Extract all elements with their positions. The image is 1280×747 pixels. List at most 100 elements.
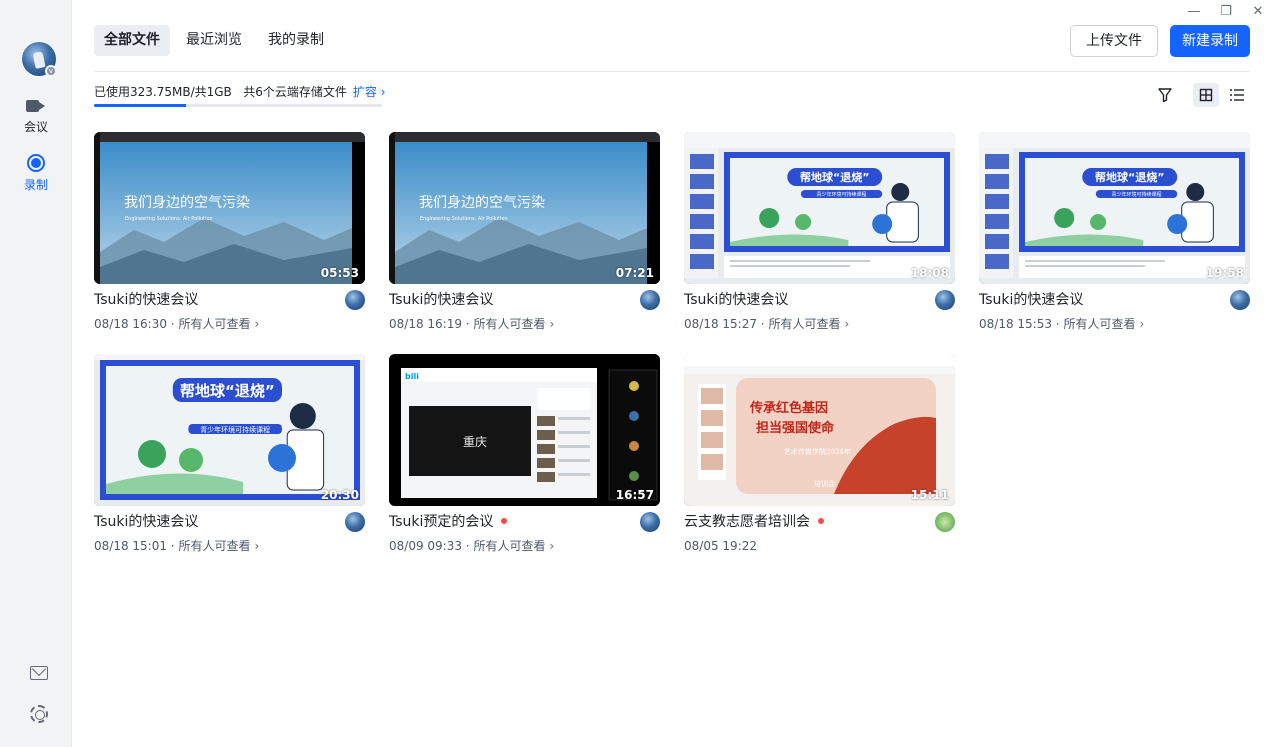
recording-date: 08/18 15:27 xyxy=(684,317,757,331)
owner-avatar[interactable] xyxy=(935,290,955,310)
mail-icon[interactable] xyxy=(30,666,48,680)
visibility-link[interactable]: 所有人可查看 xyxy=(178,317,250,331)
svg-text:bili: bili xyxy=(405,372,419,381)
recording-thumbnail[interactable]: 帮地球“退烧” 青少年环境可持续课程 18:08 xyxy=(684,132,955,284)
storage-progress-fill xyxy=(94,104,187,107)
recording-meta: 08/05 19:22 xyxy=(684,538,955,554)
recording-meta: 08/18 15:53 · 所有人可查看 › xyxy=(979,317,1145,331)
recording-thumbnail[interactable]: 传承红色基因 担当强国使命 艺术传媒学院2024年 培训会 15:11 xyxy=(684,354,955,506)
recording-card[interactable]: bili 重庆 16:57 Tsuki预定的会议 08/09 09:33 · 所… xyxy=(389,354,660,554)
sidebar-item-label: 会议 xyxy=(23,120,48,134)
tab-all-files[interactable]: 全部文件 xyxy=(94,25,170,56)
storage-info: 已使用323.75MB/共1GB 共6个云端存储文件 扩容 › xyxy=(94,84,386,100)
svg-text:Engineering Solutions: Air Pol: Engineering Solutions: Air Pollution xyxy=(420,216,508,222)
recording-thumbnail[interactable]: 帮地球“退烧” 青少年环境可持续课程 19:58 xyxy=(979,132,1250,284)
storage-usage-text: 已使用323.75MB/共1GB 共6个云端存储文件 xyxy=(94,85,347,99)
recording-title[interactable]: Tsuki的快速会议 xyxy=(979,292,1083,308)
svg-text:青少年环境可持续课程: 青少年环境可持续课程 xyxy=(200,425,270,434)
svg-text:帮地球“退烧”: 帮地球“退烧” xyxy=(800,170,869,184)
chevron-right-icon: › xyxy=(254,539,260,553)
recording-thumbnail[interactable]: 我们身边的空气污染 Engineering Solutions: Air Pol… xyxy=(94,132,365,284)
duration-label: 18:08 xyxy=(910,266,949,280)
svg-text:青少年环境可持续课程: 青少年环境可持续课程 xyxy=(817,191,867,198)
header-divider xyxy=(94,71,1250,72)
recording-meta: 08/18 15:27 · 所有人可查看 › xyxy=(684,317,850,331)
chevron-right-icon: › xyxy=(844,317,850,331)
owner-avatar[interactable] xyxy=(640,512,660,532)
sidebar-item-record[interactable]: 录制 xyxy=(0,154,72,193)
recording-thumbnail[interactable]: 帮地球“退烧” 青少年环境可持续课程 20:30 xyxy=(94,354,365,506)
owner-avatar[interactable] xyxy=(345,512,365,532)
recording-title[interactable]: 云支教志愿者培训会 xyxy=(684,514,810,530)
chevron-right-icon: › xyxy=(1139,317,1145,331)
recording-date: 08/18 15:01 xyxy=(94,539,167,553)
svg-text:艺术传媒学院2024年: 艺术传媒学院2024年 xyxy=(784,447,851,456)
expand-storage-link[interactable]: 扩容 › xyxy=(353,85,386,99)
close-button[interactable]: ✕ xyxy=(1250,4,1266,20)
sidebar: v 会议 录制 xyxy=(0,0,72,747)
svg-text:青少年环境可持续课程: 青少年环境可持续课程 xyxy=(1112,191,1162,198)
chevron-right-icon: › xyxy=(254,317,260,331)
recording-date: 08/05 19:22 xyxy=(684,539,757,553)
chevron-down-icon[interactable]: v xyxy=(45,65,57,77)
visibility-link[interactable]: 所有人可查看 xyxy=(473,317,545,331)
chevron-right-icon: › xyxy=(549,539,555,553)
duration-label: 05:53 xyxy=(320,266,359,280)
owner-avatar[interactable] xyxy=(640,290,660,310)
visibility-link[interactable]: 所有人可查看 xyxy=(178,539,250,553)
visibility-link[interactable]: 所有人可查看 xyxy=(1063,317,1135,331)
recording-date: 08/09 09:33 xyxy=(389,539,462,553)
chevron-right-icon: › xyxy=(549,317,555,331)
owner-avatar[interactable] xyxy=(345,290,365,310)
svg-text:Engineering Solutions: Air Pol: Engineering Solutions: Air Pollution xyxy=(125,216,213,222)
recording-card[interactable]: 帮地球“退烧” 青少年环境可持续课程 20:30 Tsuki的快速会议 08/1… xyxy=(94,354,365,554)
recording-meta: 08/18 15:01 · 所有人可查看 › xyxy=(94,539,260,553)
recording-date: 08/18 15:53 xyxy=(979,317,1052,331)
recording-title[interactable]: Tsuki的快速会议 xyxy=(94,514,198,530)
recording-title[interactable]: Tsuki的快速会议 xyxy=(94,292,198,308)
recording-date: 08/18 16:30 xyxy=(94,317,167,331)
duration-label: 15:11 xyxy=(910,488,949,502)
storage-progress-bar xyxy=(94,104,382,107)
sidebar-item-label: 录制 xyxy=(23,178,48,192)
restore-button[interactable]: ❐ xyxy=(1218,4,1234,20)
recording-title[interactable]: Tsuki的快速会议 xyxy=(684,292,788,308)
minimize-button[interactable]: — xyxy=(1186,4,1202,20)
duration-label: 16:57 xyxy=(615,488,654,502)
upload-file-button[interactable]: 上传文件 xyxy=(1070,25,1158,57)
visibility-link[interactable]: 所有人可查看 xyxy=(768,317,840,331)
recording-card[interactable]: 传承红色基因 担当强国使命 艺术传媒学院2024年 培训会 15:11 云支教志… xyxy=(684,354,955,554)
grid-view-button[interactable] xyxy=(1193,83,1219,107)
svg-text:培训会: 培训会 xyxy=(814,479,835,488)
recording-card[interactable]: 帮地球“退烧” 青少年环境可持续课程 19:58 Tsuki的快速会议 08/1… xyxy=(979,132,1250,332)
slide-title: 我们身边的空气污染 xyxy=(124,195,250,211)
owner-avatar[interactable] xyxy=(935,512,955,532)
recording-card[interactable]: 我们身边的空气污染 Engineering Solutions: Air Pol… xyxy=(389,132,660,332)
owner-avatar[interactable] xyxy=(1230,290,1250,310)
new-recording-button[interactable]: 新建录制 xyxy=(1170,25,1250,57)
duration-label: 19:58 xyxy=(1205,266,1244,280)
grid-view-icon xyxy=(1199,88,1213,102)
settings-gear-icon[interactable] xyxy=(30,705,48,723)
recording-meta: 08/09 09:33 · 所有人可查看 › xyxy=(389,539,555,553)
recording-card[interactable]: 帮地球“退烧” 青少年环境可持续课程 18:08 Tsuki的快速会议 08/1… xyxy=(684,132,955,332)
svg-text:担当强国使命: 担当强国使命 xyxy=(756,420,835,436)
list-view-icon[interactable] xyxy=(1229,87,1245,103)
unread-dot xyxy=(501,518,508,524)
sidebar-item-meeting[interactable]: 会议 xyxy=(0,98,72,135)
recording-card[interactable]: 我们身边的空气污染 Engineering Solutions: Air Pol… xyxy=(94,132,365,332)
recording-thumbnail[interactable]: 我们身边的空气污染 Engineering Solutions: Air Pol… xyxy=(389,132,660,284)
recording-title[interactable]: Tsuki的快速会议 xyxy=(389,292,493,308)
file-tabs: 全部文件 最近浏览 我的录制 xyxy=(94,25,334,56)
filter-icon[interactable] xyxy=(1157,87,1173,103)
duration-label: 20:30 xyxy=(320,488,359,502)
visibility-link[interactable]: 所有人可查看 xyxy=(473,539,545,553)
tab-recent[interactable]: 最近浏览 xyxy=(176,25,252,56)
recording-meta: 08/18 16:30 · 所有人可查看 › xyxy=(94,317,260,331)
svg-text:重庆: 重庆 xyxy=(463,435,487,449)
tab-my-recordings[interactable]: 我的录制 xyxy=(258,25,334,56)
recording-thumbnail[interactable]: bili 重庆 16:57 xyxy=(389,354,660,506)
record-icon xyxy=(27,154,45,172)
recording-title[interactable]: Tsuki预定的会议 xyxy=(389,514,493,530)
video-camera-icon xyxy=(26,98,46,114)
